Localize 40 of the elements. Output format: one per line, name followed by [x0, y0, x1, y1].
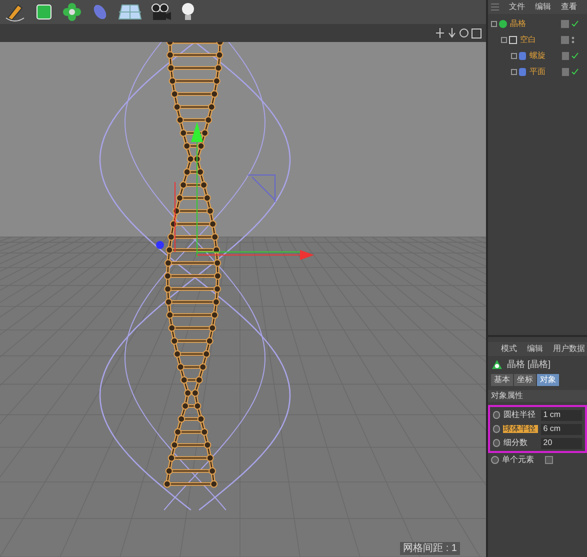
- tree-toggle-icon[interactable]: [491, 21, 497, 27]
- number-field[interactable]: 20: [541, 438, 582, 448]
- field-label: 圆柱半径: [503, 411, 536, 419]
- field-label: 球体半径: [503, 425, 538, 433]
- lattice-icon: [491, 359, 503, 371]
- object-name[interactable]: 空白: [520, 36, 554, 44]
- visibility-check-icon[interactable]: [571, 68, 581, 76]
- number-field[interactable]: 1 cm: [541, 410, 582, 420]
- grip-icon: [491, 3, 499, 11]
- tree-toggle-icon[interactable]: [511, 69, 517, 75]
- menu-item[interactable]: 用户数据: [553, 345, 585, 353]
- menu-item[interactable]: 文件: [509, 3, 525, 11]
- camera-icon[interactable]: [150, 3, 172, 21]
- field-label: 单个元素: [502, 456, 535, 464]
- grid-plane-icon[interactable]: [118, 3, 142, 21]
- grid-spacing-label: 网格间距 : 1: [403, 544, 457, 554]
- tree-toggle-icon[interactable]: [501, 37, 507, 43]
- menu-item[interactable]: 编辑: [527, 345, 543, 353]
- object-name[interactable]: 晶格: [510, 20, 544, 28]
- cube-icon[interactable]: [34, 2, 54, 22]
- light-bulb-icon[interactable]: [180, 2, 196, 22]
- checkbox[interactable]: [545, 456, 553, 464]
- tab[interactable]: 坐标: [514, 374, 536, 386]
- tab[interactable]: 基本: [491, 374, 513, 386]
- object-title: 晶格 [晶格]: [507, 358, 551, 372]
- tab[interactable]: 对象: [537, 374, 559, 386]
- visibility-check-icon[interactable]: [571, 52, 581, 60]
- section-header: 对象属性: [491, 392, 523, 400]
- menu-item[interactable]: 查看: [561, 3, 577, 11]
- viewport-nav-icons[interactable]: [436, 27, 482, 39]
- pen-tool-icon[interactable]: [4, 2, 26, 22]
- menu-item[interactable]: 编辑: [535, 3, 551, 11]
- number-field[interactable]: 6 cm: [541, 424, 582, 434]
- object-name[interactable]: 平面: [529, 68, 562, 76]
- tree-toggle-icon[interactable]: [511, 53, 517, 59]
- menu-item[interactable]: 模式: [501, 345, 517, 353]
- field-label: 细分数: [503, 439, 528, 447]
- visibility-check-icon[interactable]: [571, 20, 581, 28]
- flower-icon[interactable]: [62, 2, 82, 22]
- object-name[interactable]: 螺旋: [529, 52, 562, 60]
